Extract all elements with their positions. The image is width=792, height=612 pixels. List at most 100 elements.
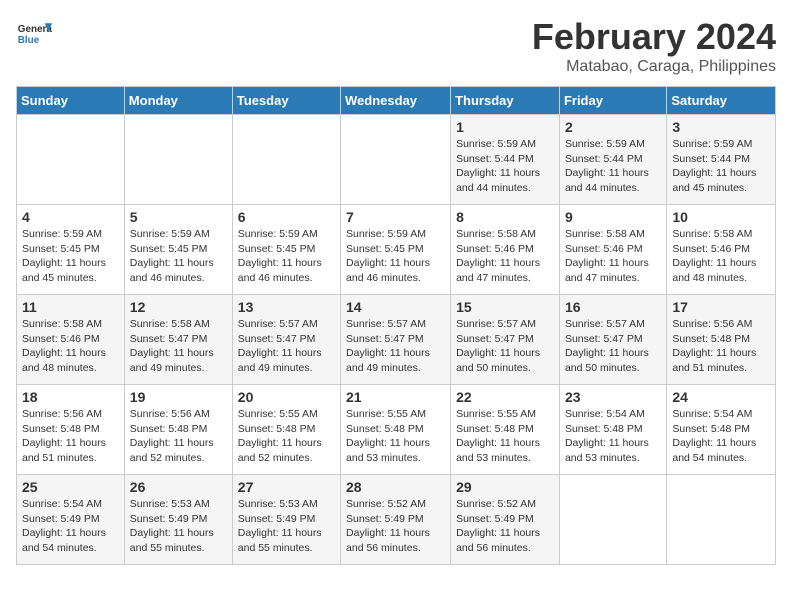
calendar-cell: 1 Sunrise: 5:59 AM Sunset: 5:44 PM Daylig… [451, 115, 560, 205]
day-number: 29 [456, 479, 554, 495]
day-number: 10 [672, 209, 770, 225]
calendar-table: SundayMondayTuesdayWednesdayThursdayFrid… [16, 86, 776, 565]
calendar-cell [124, 115, 232, 205]
day-number: 1 [456, 119, 554, 135]
day-number: 12 [130, 299, 227, 315]
col-header-tuesday: Tuesday [232, 87, 340, 115]
day-info: Sunrise: 5:58 AM Sunset: 5:46 PM Dayligh… [672, 227, 770, 286]
day-number: 13 [238, 299, 335, 315]
day-number: 15 [456, 299, 554, 315]
calendar-cell: 6 Sunrise: 5:59 AM Sunset: 5:45 PM Daylig… [232, 205, 340, 295]
calendar-cell: 12Sunrise: 5:58 AM Sunset: 5:47 PM Dayli… [124, 295, 232, 385]
day-info: Sunrise: 5:56 AM Sunset: 5:48 PM Dayligh… [22, 407, 119, 466]
calendar-week-row: 11Sunrise: 5:58 AM Sunset: 5:46 PM Dayli… [17, 295, 776, 385]
day-info: Sunrise: 5:52 AM Sunset: 5:49 PM Dayligh… [456, 497, 554, 556]
day-info: Sunrise: 5:54 AM Sunset: 5:48 PM Dayligh… [565, 407, 661, 466]
calendar-week-row: 4 Sunrise: 5:59 AM Sunset: 5:45 PM Daylig… [17, 205, 776, 295]
calendar-cell: 20Sunrise: 5:55 AM Sunset: 5:48 PM Dayli… [232, 385, 340, 475]
calendar-cell [341, 115, 451, 205]
calendar-cell: 23 Sunrise: 5:54 AM Sunset: 5:48 PM Dayli… [559, 385, 666, 475]
day-info: Sunrise: 5:59 AM Sunset: 5:45 PM Dayligh… [22, 227, 119, 286]
calendar-cell [559, 475, 666, 565]
day-info: Sunrise: 5:59 AM Sunset: 5:45 PM Dayligh… [238, 227, 335, 286]
calendar-cell [232, 115, 340, 205]
day-info: Sunrise: 5:57 AM Sunset: 5:47 PM Dayligh… [238, 317, 335, 376]
day-info: Sunrise: 5:59 AM Sunset: 5:45 PM Dayligh… [346, 227, 445, 286]
calendar-cell: 29 Sunrise: 5:52 AM Sunset: 5:49 PM Dayli… [451, 475, 560, 565]
day-number: 25 [22, 479, 119, 495]
calendar-cell: 21 Sunrise: 5:55 AM Sunset: 5:48 PM Dayli… [341, 385, 451, 475]
calendar-week-row: 1 Sunrise: 5:59 AM Sunset: 5:44 PM Daylig… [17, 115, 776, 205]
calendar-week-row: 18Sunrise: 5:56 AM Sunset: 5:48 PM Dayli… [17, 385, 776, 475]
calendar-cell: 25 Sunrise: 5:54 AM Sunset: 5:49 PM Dayli… [17, 475, 125, 565]
day-number: 21 [346, 389, 445, 405]
calendar-cell: 17 Sunrise: 5:56 AM Sunset: 5:48 PM Dayli… [667, 295, 776, 385]
col-header-thursday: Thursday [451, 87, 560, 115]
day-number: 14 [346, 299, 445, 315]
day-info: Sunrise: 5:53 AM Sunset: 5:49 PM Dayligh… [238, 497, 335, 556]
logo: General Blue [16, 16, 52, 52]
day-number: 9 [565, 209, 661, 225]
calendar-cell: 16 Sunrise: 5:57 AM Sunset: 5:47 PM Dayli… [559, 295, 666, 385]
calendar-cell: 22Sunrise: 5:55 AM Sunset: 5:48 PM Dayli… [451, 385, 560, 475]
calendar-cell: 28 Sunrise: 5:52 AM Sunset: 5:49 PM Dayli… [341, 475, 451, 565]
day-number: 4 [22, 209, 119, 225]
calendar-cell [17, 115, 125, 205]
col-header-wednesday: Wednesday [341, 87, 451, 115]
day-number: 28 [346, 479, 445, 495]
calendar-cell [667, 475, 776, 565]
calendar-cell: 11Sunrise: 5:58 AM Sunset: 5:46 PM Dayli… [17, 295, 125, 385]
day-number: 23 [565, 389, 661, 405]
col-header-saturday: Saturday [667, 87, 776, 115]
day-number: 2 [565, 119, 661, 135]
day-number: 27 [238, 479, 335, 495]
day-info: Sunrise: 5:59 AM Sunset: 5:44 PM Dayligh… [565, 137, 661, 196]
day-info: Sunrise: 5:54 AM Sunset: 5:48 PM Dayligh… [672, 407, 770, 466]
calendar-cell: 4 Sunrise: 5:59 AM Sunset: 5:45 PM Daylig… [17, 205, 125, 295]
day-info: Sunrise: 5:57 AM Sunset: 5:47 PM Dayligh… [346, 317, 445, 376]
calendar-cell: 13 Sunrise: 5:57 AM Sunset: 5:47 PM Dayli… [232, 295, 340, 385]
calendar-cell: 7 Sunrise: 5:59 AM Sunset: 5:45 PM Daylig… [341, 205, 451, 295]
day-number: 20 [238, 389, 335, 405]
day-number: 8 [456, 209, 554, 225]
calendar-header-row: SundayMondayTuesdayWednesdayThursdayFrid… [17, 87, 776, 115]
day-info: Sunrise: 5:59 AM Sunset: 5:44 PM Dayligh… [672, 137, 770, 196]
calendar-title: February 2024 [532, 16, 776, 58]
day-number: 6 [238, 209, 335, 225]
day-info: Sunrise: 5:57 AM Sunset: 5:47 PM Dayligh… [565, 317, 661, 376]
logo-icon: General Blue [16, 16, 52, 52]
day-info: Sunrise: 5:54 AM Sunset: 5:49 PM Dayligh… [22, 497, 119, 556]
day-info: Sunrise: 5:59 AM Sunset: 5:44 PM Dayligh… [456, 137, 554, 196]
day-info: Sunrise: 5:58 AM Sunset: 5:46 PM Dayligh… [22, 317, 119, 376]
calendar-cell: 18Sunrise: 5:56 AM Sunset: 5:48 PM Dayli… [17, 385, 125, 475]
day-info: Sunrise: 5:58 AM Sunset: 5:46 PM Dayligh… [456, 227, 554, 286]
day-info: Sunrise: 5:53 AM Sunset: 5:49 PM Dayligh… [130, 497, 227, 556]
day-number: 19 [130, 389, 227, 405]
day-number: 26 [130, 479, 227, 495]
calendar-cell: 27 Sunrise: 5:53 AM Sunset: 5:49 PM Dayli… [232, 475, 340, 565]
page-header: General Blue February 2024 Matabao, Cara… [16, 16, 776, 76]
calendar-cell: 10 Sunrise: 5:58 AM Sunset: 5:46 PM Dayli… [667, 205, 776, 295]
day-info: Sunrise: 5:57 AM Sunset: 5:47 PM Dayligh… [456, 317, 554, 376]
calendar-week-row: 25 Sunrise: 5:54 AM Sunset: 5:49 PM Dayli… [17, 475, 776, 565]
day-number: 7 [346, 209, 445, 225]
day-info: Sunrise: 5:52 AM Sunset: 5:49 PM Dayligh… [346, 497, 445, 556]
calendar-cell: 26 Sunrise: 5:53 AM Sunset: 5:49 PM Dayli… [124, 475, 232, 565]
col-header-sunday: Sunday [17, 87, 125, 115]
calendar-cell: 2 Sunrise: 5:59 AM Sunset: 5:44 PM Daylig… [559, 115, 666, 205]
calendar-cell: 14 Sunrise: 5:57 AM Sunset: 5:47 PM Dayli… [341, 295, 451, 385]
svg-text:Blue: Blue [18, 35, 40, 46]
day-number: 5 [130, 209, 227, 225]
calendar-cell: 8 Sunrise: 5:58 AM Sunset: 5:46 PM Daylig… [451, 205, 560, 295]
col-header-friday: Friday [559, 87, 666, 115]
calendar-subtitle: Matabao, Caraga, Philippines [532, 58, 776, 76]
day-number: 22 [456, 389, 554, 405]
day-number: 16 [565, 299, 661, 315]
day-number: 17 [672, 299, 770, 315]
day-info: Sunrise: 5:55 AM Sunset: 5:48 PM Dayligh… [346, 407, 445, 466]
calendar-cell: 3Sunrise: 5:59 AM Sunset: 5:44 PM Daylig… [667, 115, 776, 205]
day-info: Sunrise: 5:56 AM Sunset: 5:48 PM Dayligh… [672, 317, 770, 376]
calendar-cell: 9Sunrise: 5:58 AM Sunset: 5:46 PM Daylig… [559, 205, 666, 295]
calendar-cell: 15 Sunrise: 5:57 AM Sunset: 5:47 PM Dayli… [451, 295, 560, 385]
day-number: 24 [672, 389, 770, 405]
